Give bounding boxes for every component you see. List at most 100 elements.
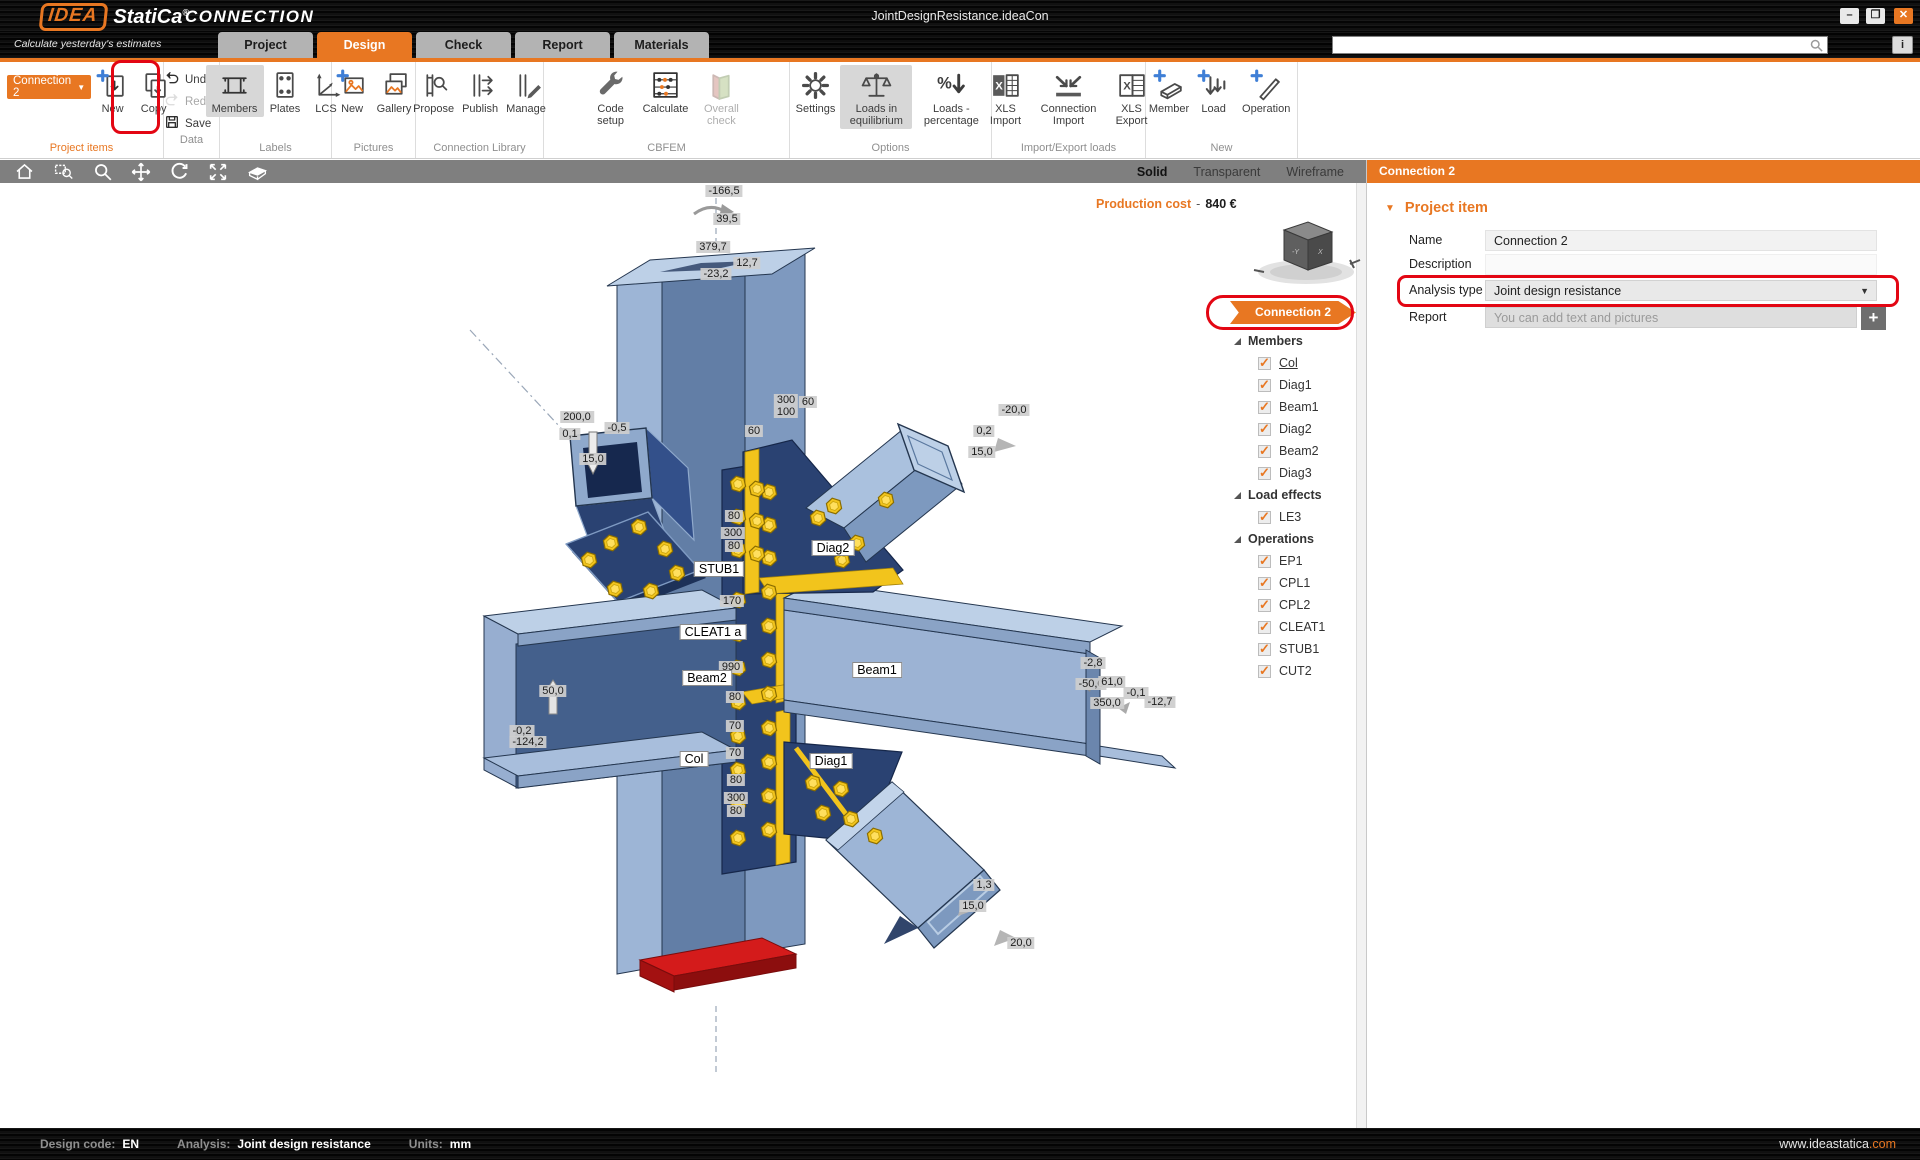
zoom-icon[interactable] (92, 161, 113, 182)
member-label-diag1[interactable]: Diag1 (810, 753, 853, 769)
ribbon-button-library-manage[interactable]: Manage (503, 65, 549, 117)
checkbox-checked-icon[interactable] (1258, 445, 1271, 458)
ribbon-button-loads-percentage[interactable]: %Loads - percentage (914, 65, 988, 129)
member-label-beam1[interactable]: Beam1 (852, 662, 902, 678)
website-link[interactable]: www.ideastatica.com (1779, 1137, 1896, 1151)
ribbon-button-connection-selector[interactable]: Connection 2▼ (7, 75, 91, 99)
tree-item-stub1[interactable]: STUB1 (1230, 638, 1356, 660)
checkbox-checked-icon[interactable] (1258, 643, 1271, 656)
dimension-label: 70 (726, 720, 744, 732)
tree-group-load-effects[interactable]: Load effects (1230, 484, 1356, 506)
clipping-box-icon[interactable] (246, 161, 269, 182)
checkbox-checked-icon[interactable] (1258, 665, 1271, 678)
checkbox-checked-icon[interactable] (1258, 357, 1271, 370)
zoom-fit-icon[interactable] (207, 161, 229, 183)
ribbon-group-caption: Labels (220, 141, 331, 158)
tab-design[interactable]: Design (317, 32, 412, 58)
search-icon[interactable] (1809, 38, 1824, 58)
chevron-down-icon: ▼ (77, 83, 85, 92)
tree-item-beam2[interactable]: Beam2 (1230, 440, 1356, 462)
titlebar: IDEA StatiCa® CONNECTION JointDesignResi… (0, 0, 1920, 32)
member-label-beam2[interactable]: Beam2 (682, 670, 732, 686)
tree-group-operations[interactable]: Operations (1230, 528, 1356, 550)
tree-group-members[interactable]: Members (1230, 330, 1356, 352)
ribbon-button-labels-members[interactable]: Members (206, 65, 264, 117)
info-button[interactable]: i (1892, 36, 1913, 54)
checkbox-checked-icon[interactable] (1258, 577, 1271, 590)
expander-icon[interactable] (1234, 338, 1241, 345)
tab-report[interactable]: Report (515, 32, 610, 58)
zoom-window-icon[interactable] (52, 161, 75, 182)
ribbon-button-picture-new[interactable]: New (333, 65, 372, 117)
checkbox-checked-icon[interactable] (1258, 379, 1271, 392)
checkbox-checked-icon[interactable] (1258, 401, 1271, 414)
ribbon-button-xls-import[interactable]: XXLS Import (981, 65, 1031, 129)
search-input[interactable] (1335, 37, 1805, 53)
tree-item-cpl1[interactable]: CPL1 (1230, 572, 1356, 594)
checkbox-checked-icon[interactable] (1258, 599, 1271, 612)
home-view-icon[interactable] (14, 161, 35, 182)
description-field[interactable] (1485, 254, 1877, 275)
ribbon-button-picture-gallery[interactable]: Gallery (374, 65, 415, 117)
checkbox-checked-icon[interactable] (1258, 511, 1271, 524)
expander-icon[interactable] (1234, 536, 1241, 543)
ribbon-button-new-load[interactable]: Load (1194, 65, 1233, 117)
members-icon (218, 67, 251, 103)
tab-check[interactable]: Check (416, 32, 511, 58)
pan-icon[interactable] (130, 161, 152, 183)
tree-item-cleat1[interactable]: CLEAT1 (1230, 616, 1356, 638)
report-field[interactable]: You can add text and pictures (1485, 307, 1857, 328)
ribbon-button-code-setup[interactable]: Code setup (584, 65, 638, 129)
name-field[interactable]: Connection 2 (1485, 230, 1877, 251)
ribbon-button-connection-import[interactable]: Connection Import (1033, 65, 1105, 129)
navigation-cube[interactable]: -Y X (1246, 212, 1366, 292)
add-report-button[interactable]: + (1861, 307, 1886, 330)
viewport-3d[interactable]: Production cost-840 € -Y X -166,539,5379… (0, 183, 1366, 1128)
tree-item-ep1[interactable]: EP1 (1230, 550, 1356, 572)
ribbon-button-labels-plates[interactable]: Plates (266, 65, 305, 117)
member-label-cleat1-a[interactable]: CLEAT1 a (680, 624, 747, 640)
close-button[interactable]: ✕ (1894, 8, 1913, 24)
member-label-diag2[interactable]: Diag2 (812, 540, 855, 556)
tree-item-diag3[interactable]: Diag3 (1230, 462, 1356, 484)
tree-item-diag2[interactable]: Diag2 (1230, 418, 1356, 440)
ribbon-button-new-member[interactable]: Member (1146, 65, 1192, 117)
tree-item-beam1[interactable]: Beam1 (1230, 396, 1356, 418)
tree-root-connection[interactable]: Connection 2 (1230, 301, 1356, 324)
member-label-col[interactable]: Col (680, 751, 709, 767)
render-mode-solid[interactable]: Solid (1137, 165, 1168, 179)
ribbon-button-loads-in-equilibrium[interactable]: Loads in equilibrium (840, 65, 912, 129)
checkbox-checked-icon[interactable] (1258, 555, 1271, 568)
section-collapse-icon[interactable]: ▼ (1385, 203, 1395, 214)
checkbox-checked-icon[interactable] (1258, 621, 1271, 634)
render-mode-transparent[interactable]: Transparent (1193, 165, 1260, 179)
ribbon-button-library-publish[interactable]: Publish (459, 65, 501, 117)
checkbox-checked-icon[interactable] (1258, 423, 1271, 436)
ribbon-button-new-operation[interactable]: Operation (1235, 65, 1297, 117)
checkbox-checked-icon[interactable] (1258, 467, 1271, 480)
tree-item-cpl2[interactable]: CPL2 (1230, 594, 1356, 616)
panel-scrollbar[interactable] (1356, 183, 1366, 1128)
ribbon-button-calculate[interactable]: Calculate (640, 65, 692, 117)
dimension-label: 60 (799, 396, 817, 408)
minimize-button[interactable]: – (1840, 8, 1859, 24)
maximize-button[interactable]: ❒ (1866, 8, 1885, 24)
analysis-type-dropdown[interactable]: Joint design resistance ▼ (1485, 280, 1877, 301)
tree-item-col[interactable]: Col (1230, 352, 1356, 374)
expander-icon[interactable] (1234, 492, 1241, 499)
ribbon-button-new-project-item[interactable]: New (93, 65, 132, 117)
tree-item-le3[interactable]: LE3 (1230, 506, 1356, 528)
project-item-section[interactable]: ▼ Project item (1385, 200, 1488, 216)
member-new-icon (1153, 67, 1186, 103)
ribbon-group-caption: Connection Library (416, 141, 543, 158)
render-mode-wireframe[interactable]: Wireframe (1286, 165, 1344, 179)
tab-materials[interactable]: Materials (614, 32, 709, 58)
tree-item-diag1[interactable]: Diag1 (1230, 374, 1356, 396)
tree-item-cut2[interactable]: CUT2 (1230, 660, 1356, 682)
tab-project[interactable]: Project (218, 32, 313, 58)
ribbon-button-save[interactable]: Save (164, 114, 211, 133)
member-label-stub1[interactable]: STUB1 (694, 561, 744, 577)
ribbon-button-library-propose[interactable]: Propose (410, 65, 457, 117)
rotate-icon[interactable] (169, 161, 190, 182)
ribbon-button-settings[interactable]: Settings (793, 65, 839, 117)
